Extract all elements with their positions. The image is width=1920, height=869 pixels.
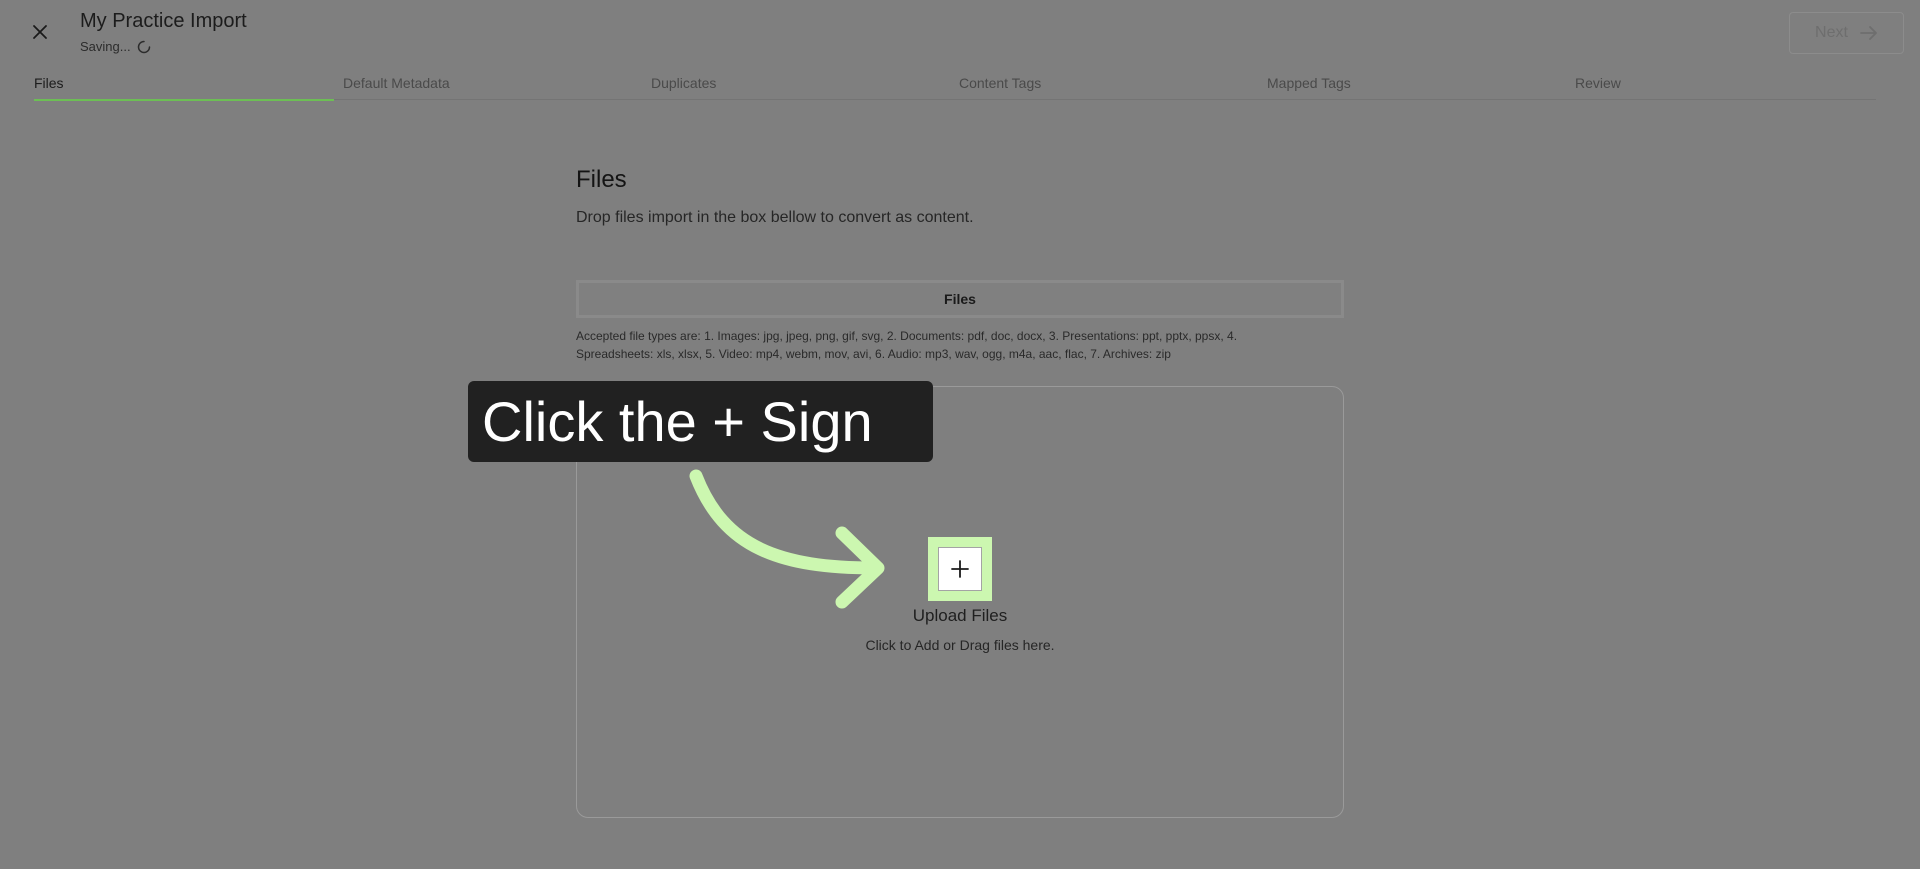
close-icon	[33, 25, 47, 39]
tab-mapped-tags[interactable]: Mapped Tags	[1267, 73, 1567, 101]
save-status: Saving...	[80, 39, 151, 54]
tab-content-tags[interactable]: Content Tags	[959, 73, 1259, 101]
add-button-highlight	[928, 537, 992, 601]
section-description: Drop files import in the box bellow to c…	[576, 209, 974, 226]
plus-icon	[951, 560, 969, 578]
tutorial-callout: Click the + Sign	[468, 381, 933, 462]
arrow-right-icon	[1860, 26, 1877, 40]
accepted-file-types: Accepted file types are: 1. Images: jpg,…	[576, 329, 1238, 361]
save-status-text: Saving...	[80, 39, 131, 54]
upload-title: Upload Files	[912, 606, 1008, 625]
upload-subtitle: Click to Add or Drag files here.	[865, 637, 1055, 653]
page-title: My Practice Import	[80, 10, 247, 32]
step-tabs: Files Default Metadata Duplicates Conten…	[34, 71, 1876, 101]
section-title: Files	[576, 166, 627, 193]
add-file-button[interactable]	[938, 547, 982, 591]
next-button-label: Next	[1815, 24, 1848, 41]
tab-files[interactable]: Files	[34, 73, 334, 101]
tab-review[interactable]: Review	[1575, 73, 1875, 101]
files-toggle-button[interactable]: Files	[576, 280, 1344, 318]
tab-duplicates[interactable]: Duplicates	[651, 73, 951, 101]
spinner-icon	[137, 40, 150, 53]
tab-default-metadata[interactable]: Default Metadata	[343, 73, 643, 101]
next-button[interactable]: Next	[1789, 12, 1904, 54]
close-button[interactable]	[28, 20, 52, 44]
